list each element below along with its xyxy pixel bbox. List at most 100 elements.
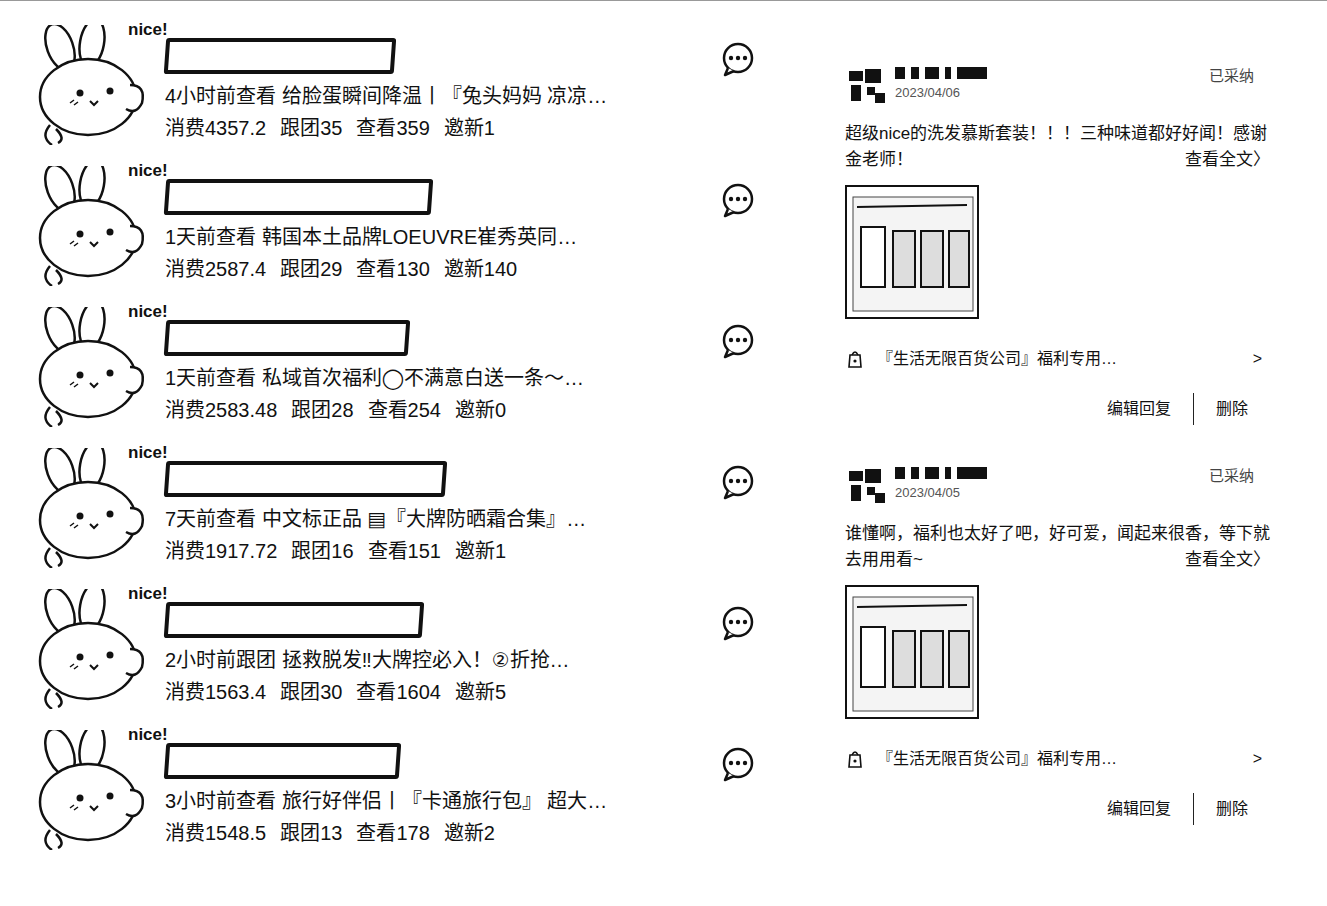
chevron-icon[interactable]: > (1253, 747, 1262, 771)
record-title[interactable]: 私域首次福利◯不满意白送一条～… (262, 367, 584, 389)
stat-label: 查看 (356, 258, 396, 280)
view-full-link[interactable]: 查看全文〉 (1185, 547, 1270, 573)
comment-button[interactable] (720, 569, 760, 710)
record-title[interactable]: 韩国本土品牌LOEUVRE崔秀英同… (262, 226, 578, 248)
stat-label: 消费 (165, 399, 205, 421)
stat-value: 1604 (396, 681, 441, 703)
record-stats: 消费1917.72跟团16查看151邀新1 (165, 537, 720, 565)
comment-button[interactable] (720, 710, 760, 851)
redacted-name (895, 65, 1209, 81)
shopping-bag-icon (845, 348, 865, 370)
stat: 查看254 (368, 396, 441, 424)
record-title[interactable]: 中文标正品 ▤『大牌防晒霜合集』… (262, 508, 586, 530)
comment-actions: 编辑回复删除 (845, 793, 1270, 825)
record-stats: 消费4357.2跟团35查看359邀新1 (165, 114, 720, 142)
stat-value: 1548.5 (205, 822, 266, 844)
avatar-sticker: nice! (128, 726, 168, 743)
stat: 邀新2 (444, 819, 495, 847)
stat-value: 1 (484, 117, 495, 139)
view-full-link[interactable]: 查看全文〉 (1185, 147, 1270, 173)
stat-value: 5 (495, 681, 506, 703)
stat: 消费2583.48 (165, 396, 277, 424)
record-body: 4小时前查看 给脸蛋瞬间降温丨『兔头妈妈 凉凉…消费4357.2跟团35查看35… (165, 5, 720, 146)
stat-label: 消费 (165, 822, 205, 844)
stat-value: 140 (484, 258, 517, 280)
stat-value: 16 (331, 540, 353, 562)
record-line: 1天前查看 韩国本土品牌LOEUVRE崔秀英同… (165, 223, 720, 251)
redacted-name (164, 179, 434, 215)
group-link-text[interactable]: 『生活无限百货公司』福利专用… (877, 347, 1241, 371)
stat: 邀新140 (444, 255, 517, 283)
stat: 查看151 (368, 537, 441, 565)
record-stats: 消费1563.4跟团30查看1604邀新5 (165, 678, 720, 706)
redacted-avatar-icon (845, 65, 887, 107)
record-stats: 消费2583.48跟团28查看254邀新0 (165, 396, 720, 424)
adopted-status: 已采纳 (1209, 65, 1254, 88)
chat-bubble-icon (720, 605, 756, 641)
record-body: 3小时前查看 旅行好伴侣丨『卡通旅行包』 超大…消费1548.5跟团13查看17… (165, 710, 720, 851)
stat: 查看1604 (356, 678, 441, 706)
stat-label: 消费 (165, 540, 205, 562)
group-link[interactable]: 『生活无限百货公司』福利专用… > (845, 747, 1270, 771)
record-row: nice!1天前查看 韩国本土品牌LOEUVRE崔秀英同… 消费2587.4 跟团2… (30, 146, 760, 287)
group-link-text[interactable]: 『生活无限百货公司』福利专用… (877, 747, 1241, 771)
edit-reply-button[interactable]: 编辑回复 (1085, 793, 1193, 825)
stat: 邀新1 (455, 537, 506, 565)
stat-label: 消费 (165, 117, 205, 139)
avatar-sticker: nice! (128, 303, 168, 320)
comment-button[interactable] (720, 428, 760, 569)
stat: 查看359 (356, 114, 429, 142)
stat-label: 邀新 (455, 399, 495, 421)
avatar-sticker: nice! (128, 444, 168, 461)
commenter-avatar (845, 465, 887, 507)
record-title[interactable]: 给脸蛋瞬间降温丨『兔头妈妈 凉凉… (282, 85, 608, 107)
comment-text: 谁懂啊，福利也太好了吧，好可爱，闻起来很香，等下就去用用看~查看全文〉 (845, 521, 1270, 573)
record-row: nice!3小时前查看 旅行好伴侣丨『卡通旅行包』 超大…消费1548.5跟团1… (30, 710, 760, 851)
chevron-icon[interactable]: > (1253, 347, 1262, 371)
record-title[interactable]: 拯救脱发‼大牌控必入！②折抢… (282, 649, 570, 671)
comment-button[interactable] (720, 5, 760, 146)
stat: 查看130 (356, 255, 429, 283)
record-body: 1天前查看 韩国本土品牌LOEUVRE崔秀英同… 消费2587.4 跟团29 查看13… (165, 146, 720, 287)
rabbit-avatar-icon (30, 448, 155, 568)
record-body: 1天前查看 私域首次福利◯不满意白送一条～…消费2583.48跟团28查看254… (165, 287, 720, 428)
chat-bubble-icon (720, 323, 756, 359)
stat: 跟团29 (280, 255, 342, 283)
comment-button[interactable] (720, 146, 760, 287)
redacted-name (164, 602, 425, 638)
record-title[interactable]: 旅行好伴侣丨『卡通旅行包』 超大… (282, 790, 608, 812)
adopted-status: 已采纳 (1209, 465, 1254, 488)
record-stats: 消费2587.4 跟团29 查看130 邀新140 (165, 255, 720, 283)
delete-button[interactable]: 删除 (1193, 793, 1270, 825)
commenter-avatar (845, 65, 887, 107)
stat: 消费1563.4 (165, 678, 266, 706)
chat-bubble-icon (720, 41, 756, 77)
stat: 消费2587.4 (165, 255, 266, 283)
stat: 消费4357.2 (165, 114, 266, 142)
edit-reply-button[interactable]: 编辑回复 (1085, 393, 1193, 425)
avatar-sticker: nice! (128, 585, 168, 602)
stat-label: 消费 (165, 258, 205, 280)
stat-value: 1563.4 (205, 681, 266, 703)
redacted-avatar-icon (845, 465, 887, 507)
stat: 消费1917.72 (165, 537, 277, 565)
stat-value: 1 (495, 540, 506, 562)
comment-button[interactable] (720, 287, 760, 428)
delete-button[interactable]: 删除 (1193, 393, 1270, 425)
record-line: 7天前查看 中文标正品 ▤『大牌防晒霜合集』… (165, 505, 720, 533)
stat-label: 查看 (368, 540, 408, 562)
stat-label: 查看 (368, 399, 408, 421)
stat-label: 邀新 (444, 258, 484, 280)
stat-label: 查看 (356, 117, 396, 139)
stat-value: 130 (396, 258, 429, 280)
record-time: 4小时前查看 (165, 85, 276, 107)
chat-bubble-icon (720, 464, 756, 500)
group-link[interactable]: 『生活无限百货公司』福利专用… > (845, 347, 1270, 371)
stat-label: 跟团 (291, 399, 331, 421)
user-avatar: nice! (30, 146, 165, 287)
stat-value: 35 (320, 117, 342, 139)
commenter-info: 2023/04/05 (895, 465, 1209, 501)
comment-header: 2023/04/05已采纳 (845, 465, 1270, 507)
comment-list: 2023/04/06已采纳超级nice的洗发慕斯套装！！！三种味道都好好闻！感谢… (845, 5, 1270, 865)
redacted-name (164, 38, 397, 74)
